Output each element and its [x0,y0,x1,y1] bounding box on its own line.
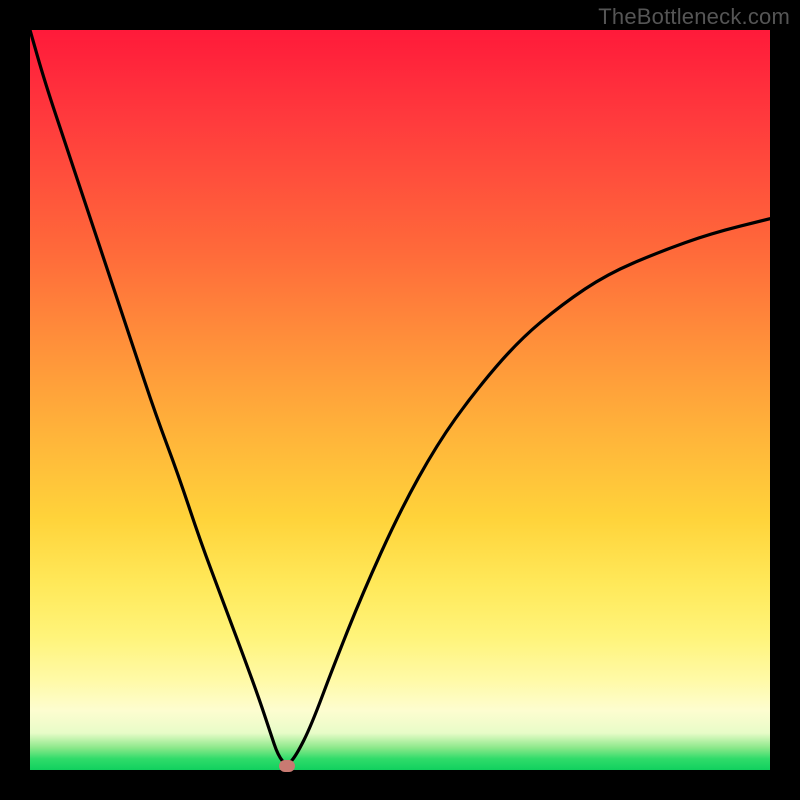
chart-frame: TheBottleneck.com [0,0,800,800]
plot-area [30,30,770,770]
minimum-marker [279,760,295,772]
bottleneck-curve [30,30,770,770]
watermark-text: TheBottleneck.com [598,4,790,30]
